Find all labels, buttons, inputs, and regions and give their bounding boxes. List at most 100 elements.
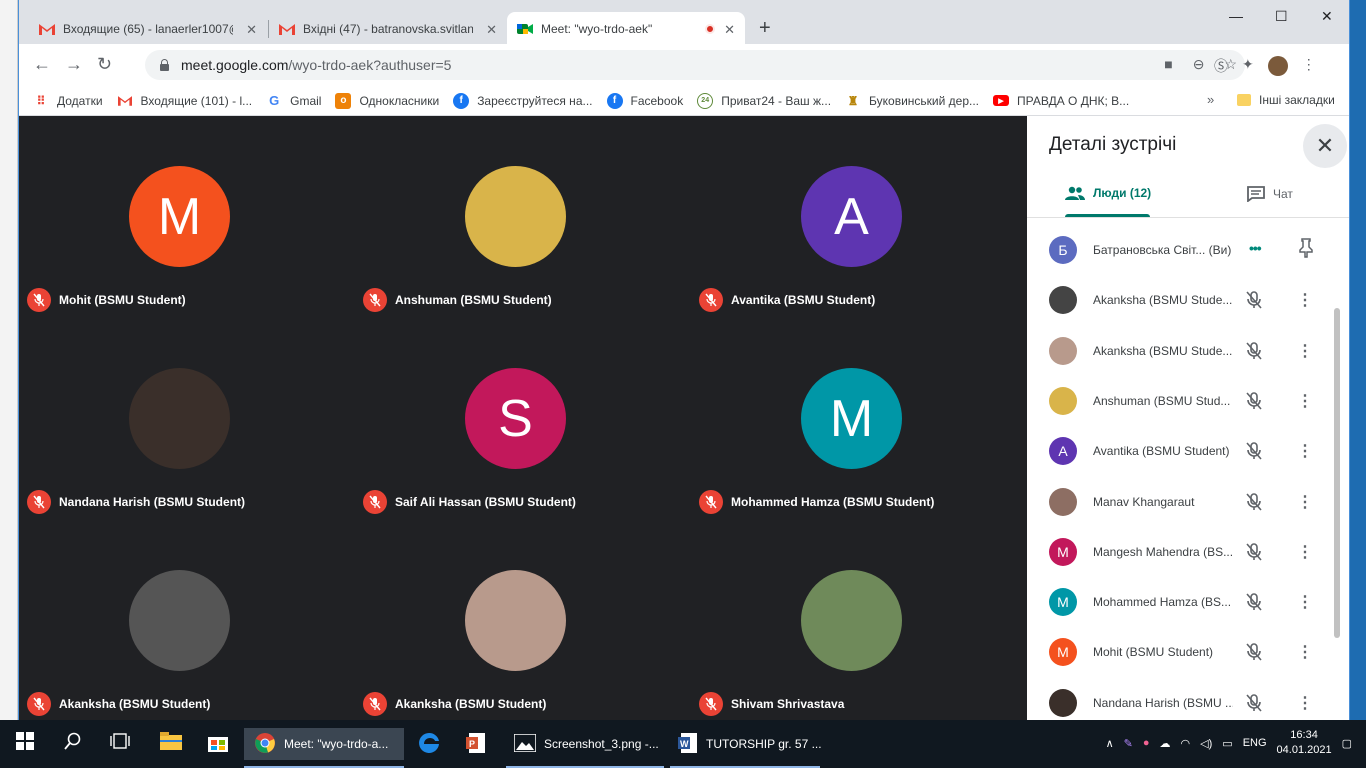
participant-list-item[interactable]: M Mohit (BSMU Student) ⋮ bbox=[1049, 632, 1329, 672]
participant-list-item[interactable]: Manav Khangaraut ⋮ bbox=[1049, 482, 1329, 522]
wifi-icon[interactable]: ◠ bbox=[1181, 737, 1191, 750]
back-button[interactable]: ← bbox=[33, 54, 51, 75]
participant-list-item[interactable]: Nandana Harish (BSMU ... ⋮ bbox=[1049, 683, 1329, 720]
close-window-button[interactable]: ✕ bbox=[1321, 8, 1333, 25]
store-icon[interactable] bbox=[208, 732, 228, 755]
maximize-button[interactable]: ☐ bbox=[1275, 8, 1288, 25]
more-options-icon[interactable]: ⋮ bbox=[1297, 492, 1313, 512]
more-options-icon[interactable]: ⋮ bbox=[1297, 441, 1313, 461]
bookmark-facebook-register[interactable]: f Зареєструйтеся на... bbox=[453, 92, 593, 109]
profile-avatar[interactable] bbox=[1267, 56, 1288, 76]
bookmark-facebook[interactable]: f Facebook bbox=[606, 92, 683, 109]
edge-icon[interactable] bbox=[418, 732, 440, 757]
tab-gmail-2[interactable]: Вхідні (47) - batranovska.svitlana ✕ bbox=[269, 12, 507, 46]
reload-button[interactable]: ↻ bbox=[97, 54, 112, 75]
more-options-icon[interactable]: ⋮ bbox=[1297, 542, 1313, 562]
tab-chat[interactable]: Чат bbox=[1247, 186, 1293, 202]
participant-tile[interactable]: Shivam Shrivastava bbox=[691, 520, 1027, 720]
participant-list-item[interactable]: Anshuman (BSMU Stud... ⋮ bbox=[1049, 381, 1329, 421]
task-view-icon[interactable] bbox=[110, 732, 130, 753]
tab-gmail-1[interactable]: Входящие (65) - lanaerler1007@ ✕ bbox=[29, 12, 267, 46]
forward-button[interactable]: → bbox=[65, 54, 83, 75]
more-options-icon[interactable]: ⋮ bbox=[1297, 290, 1313, 310]
language-indicator[interactable]: ENG bbox=[1243, 737, 1267, 749]
bookmark-label: Входящие (101) - l... bbox=[140, 93, 253, 108]
panel-divider bbox=[1027, 217, 1349, 218]
search-icon[interactable] bbox=[64, 732, 82, 753]
participant-list-item[interactable]: A Avantika (BSMU Student) ⋮ bbox=[1049, 431, 1329, 471]
taskbar-app-photos[interactable]: Screenshot_3.png -... bbox=[506, 728, 664, 768]
bookmark-gmail[interactable]: G Gmail bbox=[266, 93, 321, 109]
camera-icon[interactable]: ■ bbox=[1164, 56, 1172, 73]
participant-list-item[interactable]: M Mangesh Mahendra (BS... ⋮ bbox=[1049, 532, 1329, 572]
participant-tile[interactable]: S Saif Ali Hassan (BSMU Student) bbox=[355, 318, 691, 520]
taskbar-app-chrome[interactable]: Meet: "wyo-trdo-a... bbox=[244, 728, 404, 768]
participant-list-item[interactable]: M Mohammed Hamza (BS... ⋮ bbox=[1049, 582, 1329, 622]
gmail-icon bbox=[117, 93, 133, 109]
tab-people[interactable]: Люди (12) bbox=[1065, 186, 1151, 200]
participant-list-item[interactable]: Akanksha (BSMU Stude... ⋮ bbox=[1049, 331, 1329, 371]
extensions-icon[interactable]: ✦ bbox=[1242, 56, 1254, 76]
close-tab-icon[interactable]: ✕ bbox=[486, 22, 497, 38]
address-bar[interactable]: meet.google.com/wyo-trdo-aek?authuser=5 … bbox=[145, 50, 1245, 80]
participant-tile[interactable]: A Avantika (BSMU Student) bbox=[691, 116, 1027, 318]
participant-nameplate: Akanksha (BSMU Student) bbox=[363, 692, 546, 716]
facebook-icon: f bbox=[606, 92, 623, 109]
mic-off-icon[interactable] bbox=[1245, 642, 1263, 665]
more-options-icon[interactable]: ⋮ bbox=[1297, 341, 1313, 361]
more-options-icon[interactable]: ⋮ bbox=[1297, 693, 1313, 713]
other-bookmarks[interactable]: Інші закладки bbox=[1237, 93, 1335, 107]
taskbar-app-word[interactable]: W TUTORSHIP gr. 57 ... bbox=[670, 728, 822, 768]
close-tab-icon[interactable]: ✕ bbox=[724, 22, 735, 38]
close-panel-button[interactable]: ✕ bbox=[1303, 124, 1347, 168]
bookmark-inbox[interactable]: Входящие (101) - l... bbox=[117, 93, 253, 109]
more-options-icon[interactable]: ⋮ bbox=[1297, 642, 1313, 662]
bookmark-university[interactable]: ♜ Буковинський дер... bbox=[845, 93, 979, 109]
mic-off-icon[interactable] bbox=[1245, 391, 1263, 414]
more-bookmarks-icon[interactable]: » bbox=[1207, 92, 1214, 107]
pin-icon[interactable] bbox=[1299, 238, 1313, 261]
participant-tile[interactable]: Akanksha (BSMU Student) bbox=[19, 520, 355, 720]
clock[interactable]: 16:34 04.01.2021 bbox=[1277, 728, 1332, 758]
more-options-icon[interactable]: ⋮ bbox=[1297, 592, 1313, 612]
more-options-icon[interactable]: ⋮ bbox=[1297, 391, 1313, 411]
windows-start-icon[interactable] bbox=[16, 732, 34, 753]
mic-off-icon[interactable] bbox=[1245, 290, 1263, 313]
notification-app-icon[interactable]: ● bbox=[1143, 737, 1150, 749]
participant-tile[interactable]: M Mohammed Hamza (BSMU Student) bbox=[691, 318, 1027, 520]
mic-off-icon[interactable] bbox=[1245, 441, 1263, 464]
pen-icon[interactable]: ✎ bbox=[1124, 737, 1133, 750]
notifications-icon[interactable]: ▢ bbox=[1342, 737, 1352, 750]
skype-extension-icon[interactable]: Ⓢ bbox=[1214, 56, 1228, 76]
volume-icon[interactable]: ◁) bbox=[1200, 737, 1212, 750]
onedrive-icon[interactable]: ☁ bbox=[1160, 737, 1171, 750]
mic-off-icon[interactable] bbox=[1245, 492, 1263, 515]
mic-off-icon bbox=[699, 288, 723, 312]
bookmark-odnoklassniki[interactable]: o Однокласники bbox=[335, 92, 439, 109]
new-tab-button[interactable]: + bbox=[759, 17, 771, 40]
participant-list-item[interactable]: Б Батрановська Світ... (Ви) ••• bbox=[1049, 230, 1329, 270]
participant-tile[interactable]: M Mohit (BSMU Student) bbox=[19, 116, 355, 318]
powerpoint-icon[interactable]: P bbox=[466, 732, 488, 757]
bookmark-privat24[interactable]: 24 Приват24 - Ваш ж... bbox=[697, 92, 831, 109]
taskbar-app-label: Meet: "wyo-trdo-a... bbox=[284, 737, 389, 751]
minimize-button[interactable]: — bbox=[1229, 8, 1243, 24]
mic-off-icon[interactable] bbox=[1245, 341, 1263, 364]
mic-off-icon[interactable] bbox=[1245, 542, 1263, 565]
tab-meet[interactable]: Meet: "wyo-trdo-aek" ✕ bbox=[507, 12, 745, 46]
file-explorer-icon[interactable] bbox=[160, 732, 182, 753]
participant-tile[interactable]: Akanksha (BSMU Student) bbox=[355, 520, 691, 720]
close-tab-icon[interactable]: ✕ bbox=[246, 22, 257, 38]
bookmark-apps[interactable]: ⠿ Додатки bbox=[33, 93, 103, 109]
participant-tile[interactable]: Nandana Harish (BSMU Student) bbox=[19, 318, 355, 520]
participant-list-item[interactable]: Akanksha (BSMU Stude... ⋮ bbox=[1049, 280, 1329, 320]
zoom-icon[interactable]: ⊖ bbox=[1193, 56, 1205, 73]
battery-icon[interactable]: ▭ bbox=[1222, 737, 1232, 750]
show-hidden-icons-icon[interactable]: ∧ bbox=[1106, 737, 1114, 750]
menu-dots-icon[interactable]: ⋮ bbox=[1302, 56, 1316, 76]
mic-off-icon[interactable] bbox=[1245, 592, 1263, 615]
mic-off-icon[interactable] bbox=[1245, 693, 1263, 716]
participant-tile[interactable]: Anshuman (BSMU Student) bbox=[355, 116, 691, 318]
panel-scrollbar[interactable] bbox=[1334, 308, 1340, 638]
bookmark-youtube[interactable]: ▶ ПРАВДА О ДНК; В... bbox=[993, 94, 1129, 108]
